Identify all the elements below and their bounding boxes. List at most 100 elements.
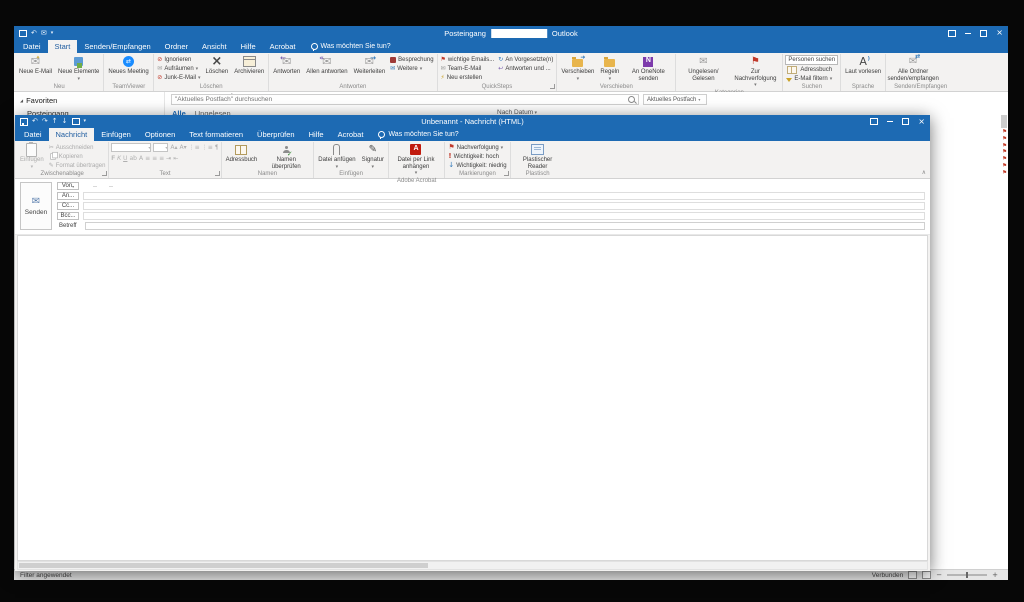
zoom-slider-thumb[interactable] — [966, 572, 968, 578]
scrollbar-thumb[interactable] — [1001, 115, 1007, 128]
next-item-icon[interactable] — [62, 118, 68, 125]
address-book-button[interactable]: Adressbuch — [224, 142, 260, 170]
ignore-button[interactable]: Ignorieren — [156, 55, 201, 64]
bcc-input[interactable] — [83, 212, 925, 220]
underline-button[interactable]: U — [123, 155, 127, 163]
junk-button[interactable]: Junk-E-Mail — [156, 73, 201, 82]
filter-email-button[interactable]: E-Mail filtern — [785, 74, 838, 83]
close-icon[interactable]: × — [918, 118, 925, 126]
highlight-icon[interactable]: ab — [129, 155, 137, 163]
tab-ordner[interactable]: Ordner — [158, 40, 195, 53]
message-body[interactable] — [17, 235, 928, 561]
bullet-list-icon[interactable]: ⋮≡ — [189, 144, 200, 152]
qat-customize-icon[interactable] — [51, 30, 54, 37]
to-button[interactable]: An... — [57, 192, 79, 200]
flag-icon[interactable] — [1002, 164, 1007, 170]
signature-button[interactable]: Signatur — [360, 142, 386, 170]
dialog-launcher-icon[interactable] — [215, 171, 220, 176]
dialog-launcher-icon[interactable] — [504, 171, 509, 176]
tab-ansicht[interactable]: Ansicht — [195, 40, 234, 53]
send-button[interactable]: Senden — [20, 182, 52, 230]
find-people-box[interactable]: Personen suchen — [785, 55, 838, 65]
quickstep-item[interactable]: ↩Antworten und ... — [497, 64, 554, 73]
reading-view-icon[interactable] — [922, 571, 931, 579]
rules-button[interactable]: Regeln — [598, 54, 621, 83]
cc-input[interactable] — [83, 202, 925, 210]
delete-button[interactable]: Löschen — [204, 54, 231, 83]
cut-button[interactable]: Ausschneiden — [48, 143, 107, 152]
tab-start[interactable]: Start — [48, 40, 78, 53]
scrollbar-thumb[interactable] — [19, 563, 428, 568]
more-respond-button[interactable]: Weitere — [389, 64, 434, 73]
search-box[interactable] — [171, 94, 639, 105]
undo-icon[interactable] — [31, 30, 37, 37]
bold-button[interactable]: F — [111, 155, 115, 163]
meeting-button[interactable]: Besprechung — [389, 55, 434, 64]
zoom-out-icon[interactable]: − — [936, 572, 942, 579]
tab-optionen[interactable]: Optionen — [138, 128, 182, 141]
dialog-launcher-icon[interactable] — [102, 171, 107, 176]
from-button[interactable]: Von — [57, 182, 79, 190]
maximize-icon[interactable] — [902, 118, 909, 125]
number-list-icon[interactable]: ⋮≡ — [202, 144, 213, 152]
align-right-icon[interactable]: ≡ — [159, 155, 164, 163]
read-aloud-button[interactable]: ) Laut vorlesen — [843, 54, 883, 83]
zoom-slider[interactable] — [947, 574, 987, 576]
to-input[interactable] — [83, 192, 925, 200]
send-receive-icon[interactable] — [41, 30, 47, 37]
tab-datei[interactable]: Datei — [17, 128, 49, 141]
subject-input[interactable] — [85, 222, 925, 230]
new-items-button[interactable]: Neue Elemente — [56, 54, 101, 83]
copy-button[interactable]: Kopieren — [48, 152, 107, 161]
print-icon[interactable] — [72, 118, 80, 125]
tab-text-formatieren[interactable]: Text formatieren — [182, 128, 250, 141]
grow-font-icon[interactable]: A▴ — [170, 144, 177, 152]
cleanup-button[interactable]: Aufräumen — [156, 64, 201, 73]
new-email-button[interactable]: ✦ Neue E-Mail — [17, 54, 54, 83]
tab-acrobat[interactable]: Acrobat — [331, 128, 371, 141]
dialog-launcher-icon[interactable] — [550, 84, 555, 89]
new-meeting-button[interactable]: Neues Meeting — [106, 54, 150, 83]
onenote-button[interactable]: An OneNote senden — [623, 54, 673, 83]
flag-icon[interactable] — [1002, 171, 1007, 177]
align-left-icon[interactable]: ≡ — [145, 155, 150, 163]
tab-datei[interactable]: Datei — [16, 40, 48, 53]
font-color-icon[interactable]: A — [139, 155, 143, 163]
move-button[interactable]: ➜ Verschieben — [559, 54, 596, 83]
tab-senden-empfangen[interactable]: Senden/Empfangen — [77, 40, 157, 53]
reply-all-button[interactable]: « Allen antworten — [304, 54, 349, 83]
italic-button[interactable]: K — [117, 155, 121, 163]
bcc-button[interactable]: Bcc... — [57, 212, 79, 220]
previous-item-icon[interactable] — [52, 118, 58, 125]
unread-read-button[interactable]: Ungelesen/ Gelesen — [678, 54, 728, 89]
collapse-ribbon-icon[interactable] — [922, 170, 926, 176]
tab-hilfe[interactable]: Hilfe — [302, 128, 331, 141]
ribbon-options-icon[interactable] — [870, 118, 878, 125]
follow-up-button[interactable]: Zur Nachverfolgung — [730, 54, 780, 89]
styles-icon[interactable]: ¶ — [215, 144, 219, 152]
tellme-box[interactable]: Was möchten Sie tun? — [370, 128, 466, 141]
undo-icon[interactable] — [32, 118, 38, 125]
indent-icon[interactable]: ⇥ — [166, 155, 171, 163]
tab-nachricht[interactable]: Nachricht — [49, 128, 95, 141]
font-family-combo[interactable] — [111, 143, 151, 152]
outdent-icon[interactable]: ⇤ — [173, 155, 178, 163]
reply-button[interactable]: ← Antworten — [271, 54, 302, 83]
high-importance-button[interactable]: Wichtigkeit: hoch — [447, 152, 507, 161]
ribbon-options-icon[interactable] — [948, 30, 956, 37]
shrink-font-icon[interactable]: A▾ — [180, 144, 187, 152]
save-icon[interactable] — [20, 118, 28, 126]
paste-button[interactable]: Einfügen — [18, 142, 46, 170]
flag-icon[interactable] — [1002, 130, 1007, 136]
follow-up-button[interactable]: Nachverfolgung — [447, 143, 507, 152]
search-input[interactable] — [175, 96, 625, 103]
horizontal-scrollbar[interactable] — [17, 561, 928, 570]
minimize-icon[interactable] — [965, 33, 971, 34]
tab-hilfe[interactable]: Hilfe — [234, 40, 263, 53]
search-scope-dropdown[interactable]: Aktuelles Postfach ▾ — [643, 94, 707, 105]
address-book-button[interactable]: Adressbuch — [785, 65, 838, 74]
attach-via-link-button[interactable]: Datei per Link anhängen — [391, 142, 441, 177]
zoom-in-icon[interactable]: + — [992, 572, 998, 579]
qat-customize-icon[interactable] — [84, 118, 87, 125]
low-importance-button[interactable]: Wichtigkeit: niedrig — [447, 161, 507, 170]
